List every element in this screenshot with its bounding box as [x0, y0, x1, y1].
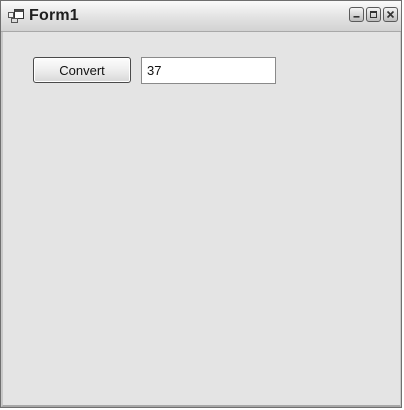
close-icon — [386, 10, 395, 19]
form-client-area — [1, 32, 401, 407]
form-window: Form1 Convert — [0, 0, 402, 408]
minimize-button[interactable] — [349, 7, 364, 22]
maximize-button[interactable] — [366, 7, 381, 22]
form-window-icon[interactable] — [8, 9, 24, 23]
minimize-icon — [353, 16, 360, 18]
title-bar[interactable]: Form1 — [1, 1, 401, 32]
window-title: Form1 — [29, 7, 79, 24]
close-button[interactable] — [383, 7, 398, 22]
caption-buttons — [349, 7, 398, 22]
convert-button[interactable]: Convert — [33, 57, 131, 83]
value-input[interactable] — [141, 57, 276, 84]
maximize-icon — [370, 11, 377, 18]
